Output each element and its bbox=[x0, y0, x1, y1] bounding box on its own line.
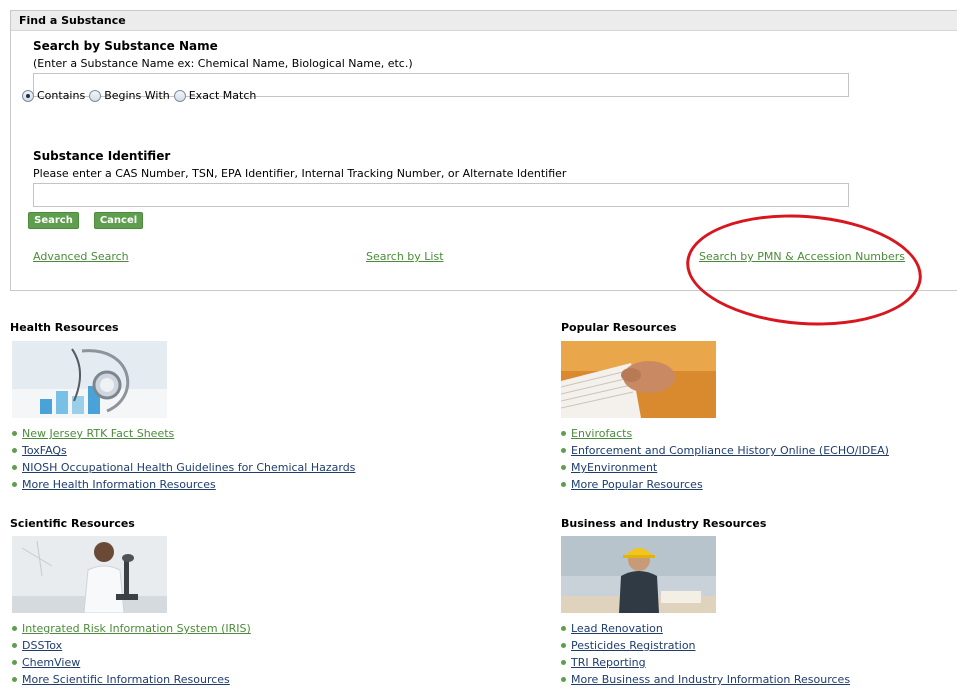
link-more-health-resources[interactable]: More Health Information Resources bbox=[22, 478, 216, 491]
search-by-pmn-link[interactable]: Search by PMN & Accession Numbers bbox=[699, 250, 905, 263]
popular-resources-list: Envirofacts Enforcement and Compliance H… bbox=[559, 425, 889, 493]
list-item: ToxFAQs bbox=[10, 442, 355, 459]
scientific-resources-image bbox=[12, 536, 167, 613]
bullet-icon bbox=[12, 677, 17, 682]
popular-resources-image bbox=[561, 341, 716, 418]
link-iris[interactable]: Integrated Risk Information System (IRIS… bbox=[22, 622, 251, 635]
substance-name-heading: Search by Substance Name bbox=[33, 39, 218, 53]
radio-exact-match-label: Exact Match bbox=[188, 89, 257, 102]
link-toxfaqs[interactable]: ToxFAQs bbox=[22, 444, 67, 457]
link-more-business-resources[interactable]: More Business and Industry Information R… bbox=[571, 673, 850, 686]
list-item: Integrated Risk Information System (IRIS… bbox=[10, 620, 251, 637]
link-niosh-guidelines[interactable]: NIOSH Occupational Health Guidelines for… bbox=[22, 461, 355, 474]
link-tri-reporting[interactable]: TRI Reporting bbox=[571, 656, 646, 669]
link-dsstox[interactable]: DSSTox bbox=[22, 639, 62, 652]
advanced-search-link[interactable]: Advanced Search bbox=[33, 250, 129, 263]
list-item: More Health Information Resources bbox=[10, 476, 355, 493]
list-item: Enforcement and Compliance History Onlin… bbox=[559, 442, 889, 459]
search-button[interactable]: Search bbox=[28, 212, 79, 229]
list-item: TRI Reporting bbox=[559, 654, 850, 671]
bullet-icon bbox=[561, 677, 566, 682]
bullet-icon bbox=[561, 643, 566, 648]
list-item: More Popular Resources bbox=[559, 476, 889, 493]
match-type-radio-group: Contains Begins With Exact Match bbox=[22, 89, 260, 102]
radio-contains-label: Contains bbox=[37, 89, 86, 102]
bullet-icon bbox=[12, 448, 17, 453]
list-item: ChemView bbox=[10, 654, 251, 671]
bullet-icon bbox=[12, 431, 17, 436]
list-item: Pesticides Registration bbox=[559, 637, 850, 654]
search-by-list-link[interactable]: Search by List bbox=[366, 250, 444, 263]
business-resources-title: Business and Industry Resources bbox=[561, 517, 767, 530]
bullet-icon bbox=[561, 431, 566, 436]
substance-identifier-input[interactable] bbox=[33, 183, 849, 207]
bullet-icon bbox=[12, 660, 17, 665]
panel-title: Find a Substance bbox=[11, 11, 957, 31]
bullet-icon bbox=[561, 465, 566, 470]
link-pesticides-registration[interactable]: Pesticides Registration bbox=[571, 639, 696, 652]
radio-contains[interactable] bbox=[22, 89, 34, 102]
radio-exact-match[interactable] bbox=[173, 89, 186, 102]
link-envirofacts[interactable]: Envirofacts bbox=[571, 427, 632, 440]
link-echo-idea[interactable]: Enforcement and Compliance History Onlin… bbox=[571, 444, 889, 457]
list-item: DSSTox bbox=[10, 637, 251, 654]
substance-identifier-heading: Substance Identifier bbox=[33, 149, 171, 163]
link-more-popular-resources[interactable]: More Popular Resources bbox=[571, 478, 703, 491]
health-resources-image bbox=[12, 341, 167, 418]
cancel-button[interactable]: Cancel bbox=[94, 212, 143, 229]
business-resources-list: Lead Renovation Pesticides Registration … bbox=[559, 620, 850, 688]
list-item: Envirofacts bbox=[559, 425, 889, 442]
link-chemview[interactable]: ChemView bbox=[22, 656, 80, 669]
link-myenvironment[interactable]: MyEnvironment bbox=[571, 461, 657, 474]
health-resources-list: New Jersey RTK Fact Sheets ToxFAQs NIOSH… bbox=[10, 425, 355, 493]
bullet-icon bbox=[561, 448, 566, 453]
list-item: More Business and Industry Information R… bbox=[559, 671, 850, 688]
link-lead-renovation[interactable]: Lead Renovation bbox=[571, 622, 663, 635]
link-nj-rtk-fact-sheets[interactable]: New Jersey RTK Fact Sheets bbox=[22, 427, 174, 440]
list-item: More Scientific Information Resources bbox=[10, 671, 251, 688]
bullet-icon bbox=[561, 660, 566, 665]
radio-begins-with-label: Begins With bbox=[104, 89, 170, 102]
scientific-resources-title: Scientific Resources bbox=[10, 517, 135, 530]
list-item: MyEnvironment bbox=[559, 459, 889, 476]
business-resources-image bbox=[561, 536, 716, 613]
substance-identifier-hint: Please enter a CAS Number, TSN, EPA Iden… bbox=[33, 167, 567, 180]
link-more-scientific-resources[interactable]: More Scientific Information Resources bbox=[22, 673, 230, 686]
bullet-icon bbox=[12, 643, 17, 648]
bullet-icon bbox=[561, 482, 566, 487]
radio-begins-with[interactable] bbox=[89, 89, 102, 102]
bullet-icon bbox=[12, 626, 17, 631]
bullet-icon bbox=[12, 482, 17, 487]
substance-name-hint: (Enter a Substance Name ex: Chemical Nam… bbox=[33, 57, 413, 70]
list-item: New Jersey RTK Fact Sheets bbox=[10, 425, 355, 442]
health-resources-title: Health Resources bbox=[10, 321, 119, 334]
bullet-icon bbox=[12, 465, 17, 470]
bullet-icon bbox=[561, 626, 566, 631]
popular-resources-title: Popular Resources bbox=[561, 321, 677, 334]
list-item: Lead Renovation bbox=[559, 620, 850, 637]
scientific-resources-list: Integrated Risk Information System (IRIS… bbox=[10, 620, 251, 688]
list-item: NIOSH Occupational Health Guidelines for… bbox=[10, 459, 355, 476]
